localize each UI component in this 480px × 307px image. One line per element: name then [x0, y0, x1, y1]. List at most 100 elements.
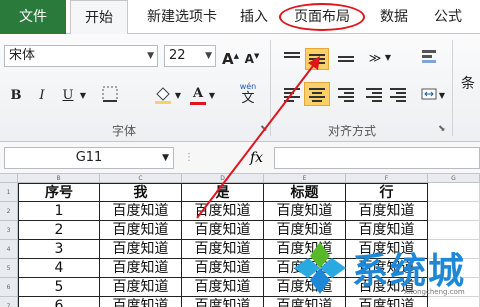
group-divider: [452, 40, 453, 136]
table-cell[interactable]: 百度知道: [182, 221, 264, 240]
align-group-label: 对齐方式: [328, 124, 377, 138]
tab-insert[interactable]: 插入: [234, 0, 274, 34]
drag-handle-icon[interactable]: ⋮: [184, 152, 195, 163]
font-color-button[interactable]: A: [188, 84, 208, 105]
select-all-corner[interactable]: [0, 174, 18, 183]
align-bottom-icon[interactable]: [338, 56, 354, 70]
chevron-down-icon: ▼: [162, 153, 169, 163]
table-cell[interactable]: [428, 183, 480, 202]
table-cell[interactable]: 百度知道: [182, 259, 264, 278]
ribbon-tab-bar: 文件 开始 新建选项卡 插入 页面布局 数据 公式: [0, 0, 480, 35]
increase-indent-icon[interactable]: [390, 88, 406, 102]
align-center-icon: [309, 88, 325, 102]
row-header[interactable]: 1: [0, 183, 18, 202]
tab-data[interactable]: 数据: [374, 0, 414, 34]
align-left-icon[interactable]: [284, 88, 300, 102]
font-color-swatch: [190, 102, 206, 105]
row-header[interactable]: 6: [0, 278, 18, 297]
column-header-c[interactable]: C: [100, 174, 182, 183]
table-header-cell[interactable]: 行: [346, 183, 428, 202]
column-header-b[interactable]: B: [18, 174, 100, 183]
dialog-launcher-icon[interactable]: ⬊: [438, 124, 446, 134]
table-cell[interactable]: 百度知道: [100, 202, 182, 221]
font-size-select[interactable]: 22 ▼: [164, 45, 216, 67]
watermark-logo-icon: [294, 242, 346, 294]
table-cell[interactable]: 百度知道: [182, 202, 264, 221]
align-middle-icon: [309, 54, 325, 68]
table-cell[interactable]: 百度知道: [100, 221, 182, 240]
table-cell[interactable]: 百度知道: [100, 240, 182, 259]
row-header[interactable]: 7: [0, 297, 18, 307]
wrap-text-button[interactable]: [420, 48, 438, 68]
table-cell[interactable]: 2: [18, 221, 100, 240]
merge-icon: [421, 88, 437, 100]
highlight-ellipse: [279, 3, 365, 31]
row-header[interactable]: 3: [0, 221, 18, 240]
table-cell[interactable]: 百度知道: [100, 278, 182, 297]
table-cell[interactable]: 百度知道: [100, 259, 182, 278]
name-box[interactable]: G11 ▼: [4, 147, 174, 169]
chevron-down-icon[interactable]: ▼: [174, 86, 182, 106]
font-color-icon: A: [192, 86, 204, 101]
text-orientation-button[interactable]: ≫: [364, 48, 386, 68]
merge-center-button[interactable]: [420, 86, 438, 106]
border-button[interactable]: [100, 86, 120, 106]
tab-new[interactable]: 新建选项卡: [136, 0, 228, 34]
table-header-cell[interactable]: 序号: [18, 183, 100, 202]
bold-button[interactable]: B: [8, 86, 24, 106]
table-header-cell[interactable]: 是: [182, 183, 264, 202]
dialog-launcher-icon[interactable]: ⬊: [260, 124, 268, 134]
italic-button[interactable]: I: [34, 86, 50, 106]
row-header[interactable]: 4: [0, 240, 18, 259]
table-cell[interactable]: 百度知道: [100, 297, 182, 307]
paint-bucket-icon: [155, 87, 171, 104]
table-header-cell[interactable]: 我: [100, 183, 182, 202]
tab-formula[interactable]: 公式: [428, 0, 468, 34]
row-header[interactable]: 5: [0, 259, 18, 278]
chevron-down-icon[interactable]: ▼: [384, 48, 392, 68]
decrease-indent-icon[interactable]: [366, 88, 382, 102]
font-name-select[interactable]: 宋体 ▼: [4, 45, 158, 67]
row-header[interactable]: 2: [0, 202, 18, 221]
chevron-down-icon[interactable]: ▼: [78, 86, 88, 106]
conditional-format-button[interactable]: 条: [458, 74, 478, 94]
fill-color-button[interactable]: [152, 86, 174, 106]
formula-input[interactable]: [274, 147, 480, 169]
name-box-value: G11: [75, 150, 103, 165]
phonetic-button[interactable]: wén 文: [236, 82, 260, 106]
phonetic-icon: 文: [241, 91, 255, 106]
table-cell[interactable]: 5: [18, 278, 100, 297]
table-cell[interactable]: 4: [18, 259, 100, 278]
table-cell[interactable]: 百度知道: [182, 240, 264, 259]
watermark: 系统城 xitongcheng.com: [290, 230, 480, 300]
table-cell[interactable]: 百度知道: [182, 297, 264, 307]
align-right-icon[interactable]: [338, 88, 354, 102]
font-group-label: 字体: [112, 124, 137, 138]
table-cell[interactable]: 百度知道: [182, 278, 264, 297]
underline-button[interactable]: U: [60, 86, 76, 106]
formula-bar: G11 ▼ ⋮ fx: [0, 142, 480, 174]
column-header-d[interactable]: D: [182, 174, 264, 183]
table-cell[interactable]: 1: [18, 202, 100, 221]
grow-font-button[interactable]: A▲: [222, 46, 239, 68]
chevron-down-icon[interactable]: ▼: [438, 86, 446, 106]
insert-function-button[interactable]: fx: [250, 147, 268, 169]
watermark-text: 系统城: [352, 251, 467, 292]
tab-home[interactable]: 开始: [70, 0, 128, 35]
table-header-cell[interactable]: 标题: [264, 183, 346, 202]
table-cell[interactable]: 6: [18, 297, 100, 307]
column-header-e[interactable]: E: [264, 174, 346, 183]
grow-font-label: A: [222, 50, 234, 68]
column-header-f[interactable]: F: [346, 174, 428, 183]
table-cell[interactable]: [428, 202, 480, 221]
table-cell[interactable]: 3: [18, 240, 100, 259]
table-cell[interactable]: 百度知道: [346, 202, 428, 221]
table-cell[interactable]: 百度知道: [264, 202, 346, 221]
font-size-value: 22: [169, 48, 186, 63]
tab-file[interactable]: 文件: [0, 0, 66, 34]
shrink-font-button[interactable]: A▼: [244, 46, 260, 66]
font-name-value: 宋体: [9, 48, 36, 63]
align-top-icon[interactable]: [284, 52, 300, 66]
chevron-down-icon[interactable]: ▼: [208, 86, 216, 106]
column-header-g[interactable]: G: [428, 174, 480, 183]
